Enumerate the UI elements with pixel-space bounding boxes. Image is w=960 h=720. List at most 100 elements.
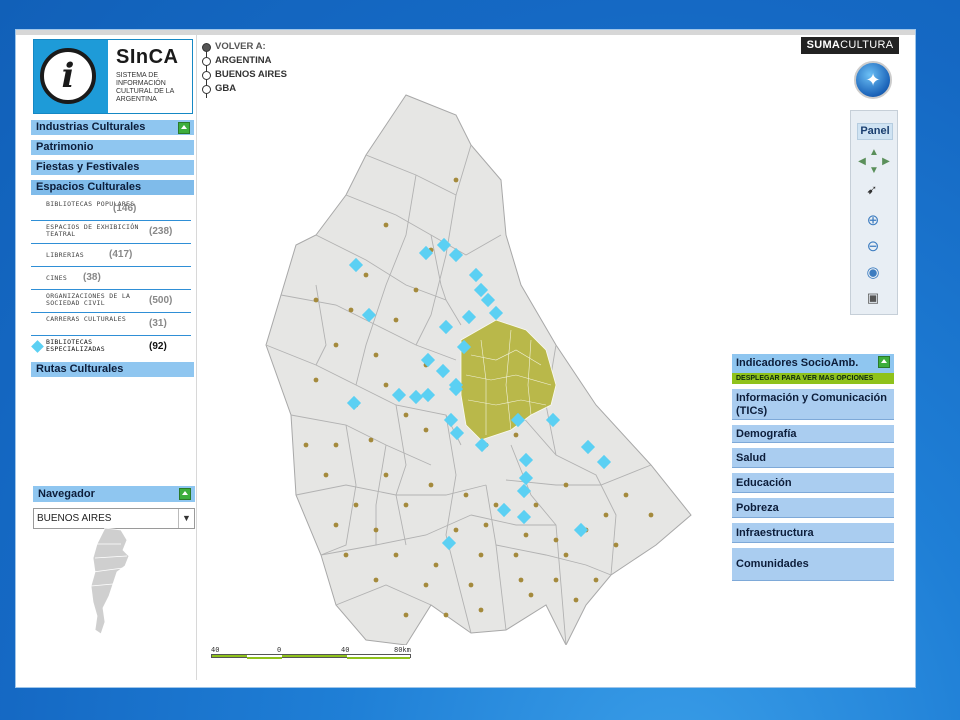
library-dot-marker[interactable] [623,492,629,498]
collapse-toggle-icon[interactable] [178,122,190,134]
indicator-salud[interactable]: Salud [732,448,894,468]
library-dot-marker[interactable] [393,552,399,558]
sub-bibliotecas-populares[interactable]: BIBLIOTECAS POPULARES (146) [31,198,191,221]
library-dot-marker[interactable] [383,222,389,228]
library-dot-marker[interactable] [428,482,434,488]
panel-title[interactable]: Panel [857,123,893,140]
sub-organizaciones[interactable]: ORGANIZACIONES DE LA SOCIEDAD CIVIL (500… [31,290,191,313]
sub-count: (417) [109,249,133,260]
pan-down-icon[interactable]: ▼ [865,161,883,179]
indicator-pobreza[interactable]: Pobreza [732,498,894,518]
library-dot-marker[interactable] [463,492,469,498]
library-dot-marker[interactable] [593,577,599,583]
indicator-infraestructura[interactable]: Infraestructura [732,523,894,543]
library-dot-marker[interactable] [563,552,569,558]
library-dot-marker[interactable] [528,592,534,598]
sub-bibliotecas-especializadas[interactable]: BIBLIOTECAS ESPECIALIZADAS (92) [31,336,191,358]
library-dot-marker[interactable] [493,502,499,508]
print-icon[interactable]: ▣ [864,289,882,307]
library-dot-marker[interactable] [383,472,389,478]
indicator-educacion[interactable]: Educación [732,473,894,493]
library-dot-marker[interactable] [333,442,339,448]
library-dot-marker[interactable] [478,607,484,613]
sub-librerias[interactable]: LIBRERIAS (417) [31,244,191,267]
sub-cines[interactable]: CINES (38) [31,267,191,290]
library-dot-marker[interactable] [433,562,439,568]
breadcrumb-argentina[interactable]: ARGENTINA [202,54,287,68]
library-dot-marker[interactable] [518,577,524,583]
indicators-header[interactable]: Indicadores SocioAmb. [732,354,894,373]
zoom-in-icon[interactable]: ⊕ [864,211,882,229]
indicators-expand-bar[interactable]: DESPLEGAR PARA VER MAS OPCIONES [732,373,894,384]
sub-carreras[interactable]: CARRERAS CULTURALES (31) [31,313,191,336]
library-dot-marker[interactable] [423,427,429,433]
library-dot-marker[interactable] [383,382,389,388]
indicator-tics[interactable]: Información y Comunicación (TICs) [732,389,894,420]
library-dot-marker[interactable] [403,612,409,618]
library-dot-marker[interactable] [603,512,609,518]
info-pointer-icon[interactable]: ➹ [863,181,881,199]
chevron-down-icon[interactable]: ▼ [178,509,194,528]
sinca-logo[interactable]: i SInCA SISTEMA DE INFORMACIÓN CULTURAL … [33,39,193,114]
library-dot-marker[interactable] [333,522,339,528]
library-dot-marker[interactable] [523,532,529,538]
menu-espacios-culturales[interactable]: Espacios Culturales [31,180,194,195]
library-dot-marker[interactable] [553,577,559,583]
library-dot-marker[interactable] [373,577,379,583]
library-dot-marker[interactable] [403,412,409,418]
breadcrumb-head: VOLVER A: [202,40,287,54]
library-dot-marker[interactable] [413,287,419,293]
zoom-out-icon[interactable]: ⊖ [864,237,882,255]
library-dot-marker[interactable] [513,552,519,558]
compass-icon[interactable]: ✦ [854,61,892,99]
library-dot-marker[interactable] [443,612,449,618]
library-dot-marker[interactable] [573,597,579,603]
library-dot-marker[interactable] [373,352,379,358]
library-dot-marker[interactable] [648,512,654,518]
menu-industrias-culturales[interactable]: Industrias Culturales [31,120,194,135]
library-dot-marker[interactable] [303,442,309,448]
sumacultura-logo[interactable]: SUMACULTURA [801,37,899,54]
menu-patrimonio[interactable]: Patrimonio [31,140,194,155]
library-dot-marker[interactable] [393,317,399,323]
library-dot-marker[interactable] [368,437,374,443]
library-dot-marker[interactable] [373,527,379,533]
library-dot-marker[interactable] [313,377,319,383]
sub-espacios-teatral[interactable]: ESPACIOS DE EXHIBICIÓN TEATRAL (238) [31,221,191,244]
library-dot-marker[interactable] [483,522,489,528]
collapse-toggle-icon[interactable] [878,356,890,368]
library-dot-marker[interactable] [313,297,319,303]
menu-rutas-culturales[interactable]: Rutas Culturales [31,362,194,377]
library-dot-marker[interactable] [348,307,354,313]
library-dot-marker[interactable] [453,177,459,183]
library-dot-marker[interactable] [478,552,484,558]
library-dot-marker[interactable] [533,502,539,508]
sub-count: (238) [149,226,173,237]
argentina-minimap[interactable] [83,526,143,636]
library-dot-marker[interactable] [333,342,339,348]
library-dot-marker[interactable] [613,542,619,548]
library-dot-marker[interactable] [363,272,369,278]
library-dot-marker[interactable] [468,582,474,588]
library-dot-marker[interactable] [353,502,359,508]
library-dot-marker[interactable] [323,472,329,478]
scale-bar [211,654,411,659]
menu-fiestas-festivales[interactable]: Fiestas y Festivales [31,160,194,175]
breadcrumb-buenos-aires[interactable]: BUENOS AIRES [202,68,287,82]
library-dot-marker[interactable] [453,527,459,533]
indicator-comunidades[interactable]: Comunidades [732,548,894,581]
menu-label: Rutas Culturales [36,363,124,375]
library-dot-marker[interactable] [553,537,559,543]
library-dot-marker[interactable] [423,582,429,588]
library-dot-marker[interactable] [513,432,519,438]
library-dot-marker[interactable] [563,482,569,488]
menu-label: Industrias Culturales [36,121,146,133]
zoom-extent-icon[interactable]: ◉ [864,263,882,281]
collapse-toggle-icon[interactable] [179,488,191,500]
library-dot-marker[interactable] [343,552,349,558]
sub-label: ESPACIOS DE EXHIBICIÓN TEATRAL [46,223,139,238]
indicators-title: Indicadores SocioAmb. [736,357,859,369]
indicator-demografia[interactable]: Demografía [732,425,894,443]
gba-map[interactable] [256,85,706,645]
library-dot-marker[interactable] [403,502,409,508]
